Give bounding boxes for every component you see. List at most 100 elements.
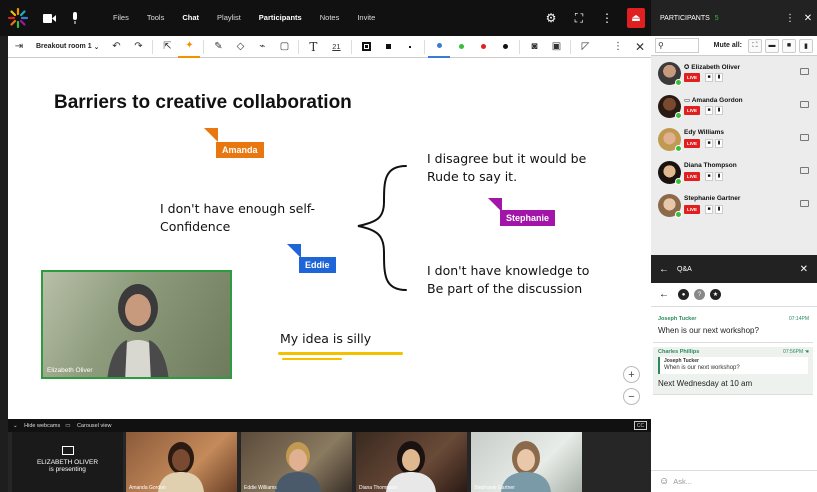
nav-chat[interactable]: Chat	[173, 0, 208, 36]
zoom-out-button[interactable]: −	[623, 388, 640, 405]
nav-notes[interactable]: Notes	[311, 0, 349, 36]
room-selector[interactable]: Breakout room 1 ⌄	[30, 36, 105, 58]
camera-toggle-icon[interactable]: ■	[705, 139, 713, 148]
participant-row[interactable]: ✪ Elizabeth Oliver LIVE ■ ▮	[651, 62, 817, 95]
presenter-video[interactable]: Elizabeth Oliver	[41, 270, 232, 379]
participant-row[interactable]: Diana Thompson LIVE ■ ▮	[651, 161, 817, 194]
participant-row[interactable]: ▭ Amanda Gordon LIVE ■ ▮	[651, 95, 817, 128]
participants-header-actions: ⋮ ✕	[781, 13, 817, 24]
nav-invite[interactable]: Invite	[348, 0, 384, 36]
color-green-swatch[interactable]	[450, 36, 472, 58]
mic-toggle-icon[interactable]: ▮	[715, 106, 723, 115]
webcam-tile-amanda[interactable]: Amanda Gordon	[126, 432, 237, 492]
color-blue-swatch[interactable]	[428, 36, 451, 58]
qa-message[interactable]: Charles Phillips 07:56PM ☚ Joseph Tucker…	[653, 347, 813, 395]
private-chat-icon[interactable]	[800, 101, 809, 108]
private-chat-icon[interactable]	[800, 68, 809, 75]
camera-toggle-icon[interactable]: ■	[705, 73, 713, 82]
nav-tools[interactable]: Tools	[138, 0, 174, 36]
presenter-tile[interactable]: ELIZABETH OLIVER is presenting	[12, 432, 123, 492]
participants-title: PARTICIPANTS	[660, 14, 710, 22]
fill-color-swatch[interactable]	[355, 36, 377, 58]
mic-toggle-icon[interactable]: ▮	[715, 172, 723, 181]
insert-image-icon[interactable]: ▣	[545, 36, 567, 58]
exit-room-icon[interactable]: ⇥	[8, 36, 30, 58]
webcam-tile-stephanie[interactable]: Stephanie Gartner	[471, 432, 582, 492]
live-badge: LIVE	[684, 172, 701, 181]
back-arrow-icon[interactable]: ←	[659, 264, 669, 275]
participants-search-input[interactable]: ⚲	[655, 38, 699, 53]
online-indicator	[675, 211, 682, 218]
webcam-tile-eddie[interactable]: Eddie Williams	[241, 432, 352, 492]
font-size-selector[interactable]: 21	[324, 36, 348, 58]
private-chat-icon[interactable]	[800, 167, 809, 174]
mute-all-camera-icon[interactable]: ■	[782, 38, 796, 53]
stroke-size-medium[interactable]	[377, 36, 399, 58]
ask-input[interactable]: Ask...	[673, 477, 692, 486]
toolbar-more-icon[interactable]: ⋮	[607, 36, 629, 58]
webcam-name: Stephanie Gartner	[474, 485, 515, 491]
participant-row[interactable]: Edy Williams LIVE ■ ▮	[651, 128, 817, 161]
avatar	[658, 128, 682, 152]
stroke-size-small[interactable]	[399, 36, 421, 58]
mute-all-mic-icon[interactable]: ▮	[799, 38, 813, 53]
help-question-icon[interactable]: ?	[694, 289, 705, 300]
app-logo	[0, 0, 36, 36]
color-black-swatch[interactable]	[494, 36, 516, 58]
qa-back-icon[interactable]: ←	[659, 289, 669, 300]
color-red-swatch[interactable]	[472, 36, 494, 58]
select-pointer-icon[interactable]: ⇱	[156, 36, 178, 58]
eraser-icon[interactable]: ◇	[229, 36, 251, 58]
hide-webcams-toggle[interactable]: ⌄ Hide webcams	[13, 423, 60, 429]
mute-all-screen-icon[interactable]: ⛶	[748, 38, 762, 53]
quoted-author: Joseph Tucker	[664, 358, 699, 364]
mic-toggle-icon[interactable]: ▮	[715, 205, 723, 214]
private-chat-icon[interactable]	[800, 134, 809, 141]
participant-row[interactable]: Stephanie Gartner LIVE ■ ▮	[651, 194, 817, 227]
whiteboard-canvas[interactable]: Barriers to creative collaboration I don…	[8, 58, 651, 419]
close-qa-icon[interactable]: ✕	[800, 264, 808, 275]
more-options-icon[interactable]: ⋮	[593, 11, 621, 25]
cursor-label-eddie: Eddie	[299, 257, 336, 273]
background-pattern-icon[interactable]: ◸	[574, 36, 596, 58]
camera-toggle-icon[interactable]: ■	[705, 106, 713, 115]
participant-name: ▭ Amanda Gordon	[684, 97, 743, 104]
camera-icon[interactable]	[36, 0, 62, 36]
closed-captions-button[interactable]: CC	[634, 421, 647, 430]
webcam-tile-diana[interactable]: Diana Thompson	[356, 432, 467, 492]
text-tool-icon[interactable]: T	[302, 36, 324, 58]
highlighter-icon[interactable]: ⌁	[251, 36, 273, 58]
zoom-in-button[interactable]: +	[623, 366, 640, 383]
settings-gear-icon[interactable]: ⚙	[537, 11, 565, 25]
close-participants-icon[interactable]: ✕	[799, 13, 817, 24]
redo-icon[interactable]: ↷	[127, 36, 149, 58]
starred-icon[interactable]: ★	[710, 289, 721, 300]
shape-rectangle-icon[interactable]: ▢	[273, 36, 295, 58]
camera-toggle-icon[interactable]: ■	[705, 205, 713, 214]
mute-all-whiteboard-icon[interactable]: ▬	[765, 38, 779, 53]
whiteboard-toolbar: ⇥ Breakout room 1 ⌄ ↶ ↷ ⇱ ✦ ✎ ◇ ⌁ ▢ T 21…	[8, 36, 651, 58]
close-toolbar-icon[interactable]: ✕	[629, 36, 651, 58]
search-icon: ⚲	[658, 41, 664, 50]
snapshot-camera-icon[interactable]: ◙	[523, 36, 545, 58]
carousel-view-toggle[interactable]: ▭ Carousel view	[65, 423, 111, 429]
mic-toggle-icon[interactable]: ▮	[715, 139, 723, 148]
all-questions-icon[interactable]: ●	[678, 289, 689, 300]
camera-toggle-icon[interactable]: ■	[705, 172, 713, 181]
participant-name-text: Elizabeth Oliver	[691, 64, 741, 71]
webcam-name: Diana Thompson	[359, 485, 397, 491]
private-chat-icon[interactable]	[800, 200, 809, 207]
participants-more-icon[interactable]: ⋮	[781, 13, 799, 24]
microphone-icon[interactable]	[62, 0, 88, 36]
laser-pointer-icon[interactable]: ✦	[178, 36, 201, 58]
nav-files[interactable]: Files	[104, 0, 138, 36]
mic-toggle-icon[interactable]: ▮	[715, 73, 723, 82]
qa-message[interactable]: Joseph Tucker 07:14PM When is our next w…	[653, 313, 813, 343]
emoji-smiley-icon[interactable]: ☺	[659, 476, 669, 487]
fullscreen-icon[interactable]: ⛶	[565, 11, 593, 26]
nav-participants[interactable]: Participants	[250, 0, 311, 36]
nav-playlist[interactable]: Playlist	[208, 0, 250, 36]
undo-icon[interactable]: ↶	[105, 36, 127, 58]
pen-icon[interactable]: ✎	[207, 36, 229, 58]
leave-room-button[interactable]: ⏏	[627, 8, 645, 28]
